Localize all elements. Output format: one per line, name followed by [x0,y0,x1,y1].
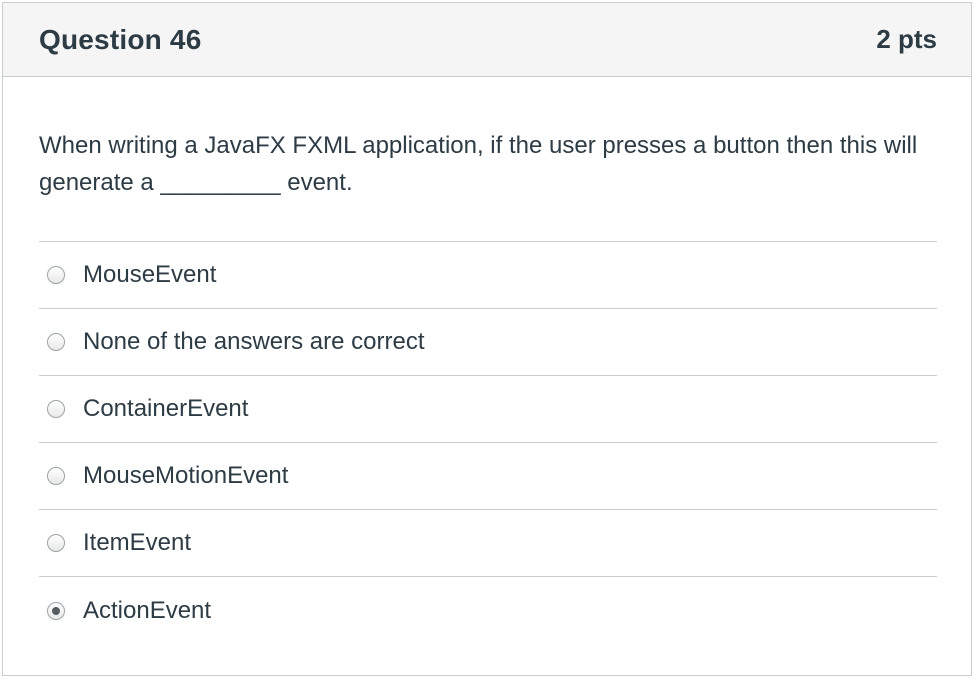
question-card: Question 46 2 pts When writing a JavaFX … [2,2,972,676]
radio-button[interactable] [47,601,65,620]
answer-label: ItemEvent [83,529,192,556]
answer-option[interactable]: None of the answers are correct [39,309,937,376]
answer-label: None of the answers are correct [83,328,425,355]
radio-button[interactable] [47,400,65,418]
radio-button[interactable] [47,467,65,485]
answer-option[interactable]: MouseMotionEvent [39,443,937,510]
radio-dot-icon [52,606,60,615]
radio-button[interactable] [47,333,65,351]
radio-button[interactable] [47,534,65,552]
answer-option[interactable]: ActionEvent [39,577,937,644]
answer-option[interactable]: ContainerEvent [39,376,937,443]
answer-option[interactable]: MouseEvent [39,242,937,309]
question-text: When writing a JavaFX FXML application, … [39,132,918,196]
answer-label: MouseMotionEvent [83,462,289,489]
question-body: When writing a JavaFX FXML application, … [3,77,971,644]
answer-list: MouseEvent None of the answers are corre… [39,241,937,644]
question-title: Question 46 [39,23,202,55]
question-header: Question 46 2 pts [3,3,971,77]
answer-option[interactable]: ItemEvent [39,510,937,577]
answer-label: MouseEvent [83,261,217,288]
answer-label: ContainerEvent [83,395,249,422]
radio-button[interactable] [47,266,65,284]
answer-label: ActionEvent [83,596,212,624]
question-points: 2 pts [876,24,937,54]
